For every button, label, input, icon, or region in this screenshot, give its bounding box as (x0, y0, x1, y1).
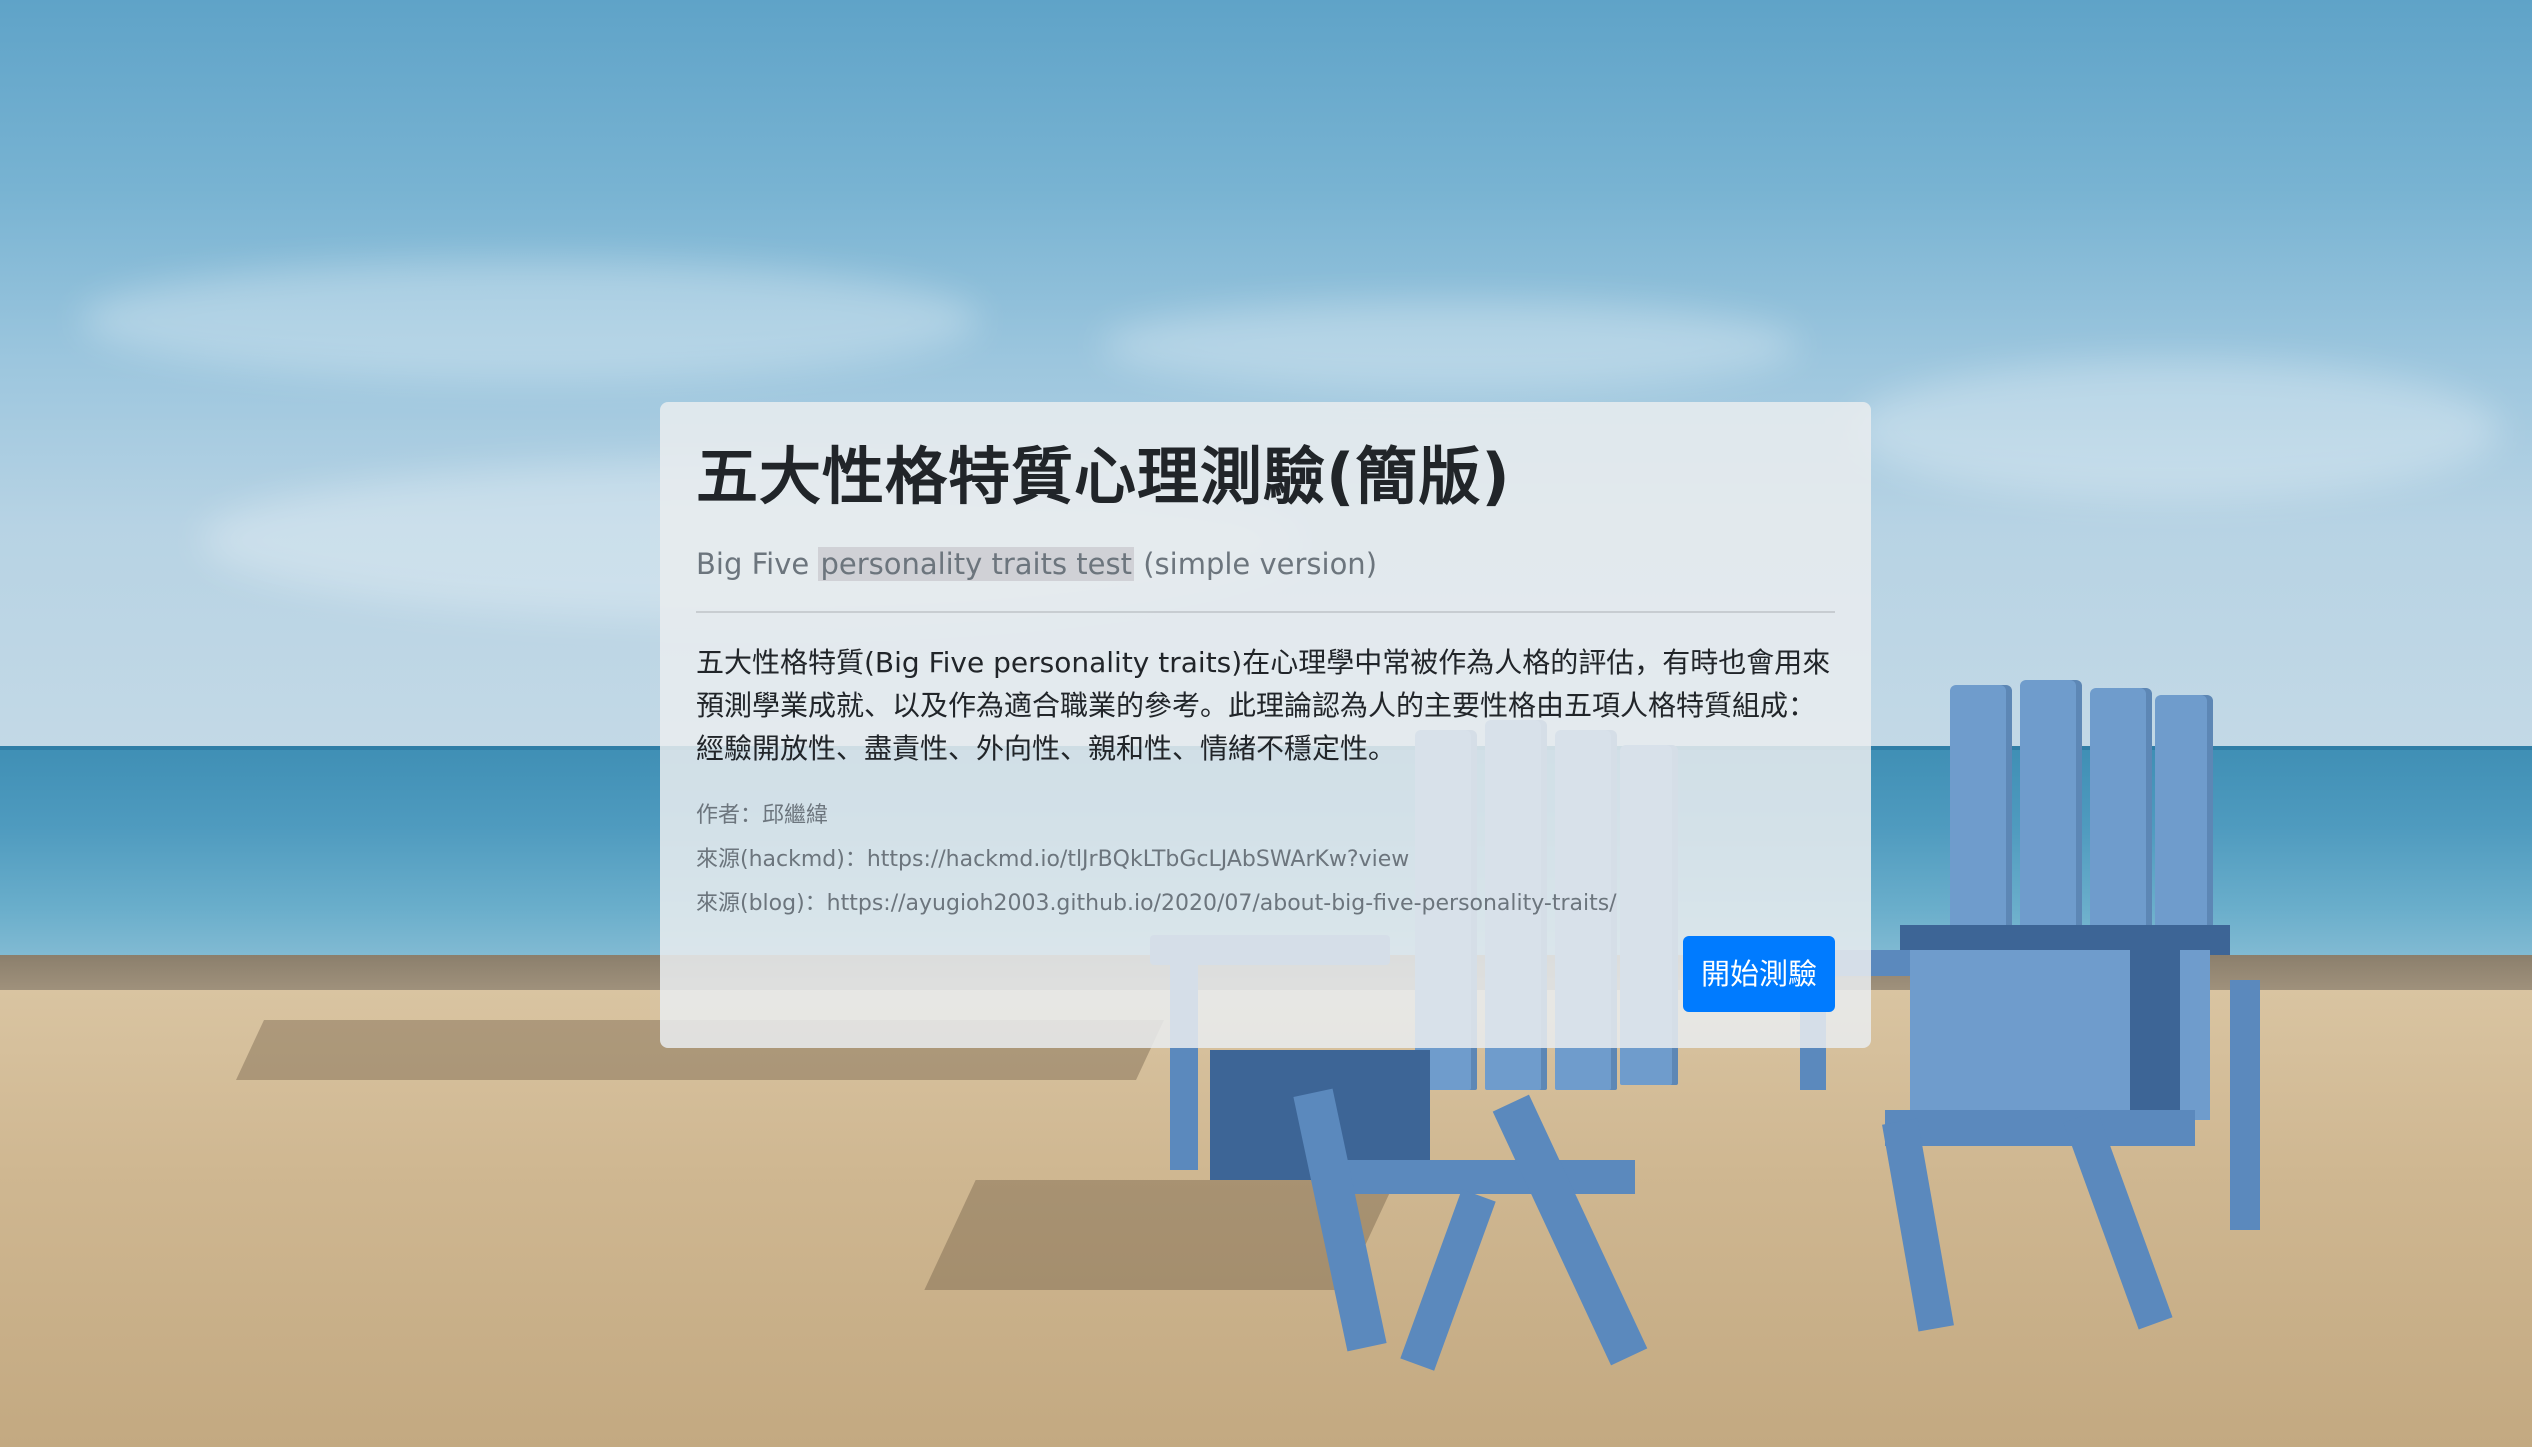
intro-card: 五大性格特質心理測驗(簡版) Big Five personality trai… (660, 402, 1871, 1048)
source-hackmd-link[interactable]: https://hackmd.io/tlJrBQkLTbGcLJAbSWArKw… (867, 847, 1409, 872)
cloud (80, 260, 980, 380)
meta-info: 作者：邱繼緯 來源(hackmd)：https://hackmd.io/tlJr… (696, 794, 1835, 926)
author-line: 作者：邱繼緯 (696, 794, 1835, 838)
page-title: 五大性格特質心理測驗(簡版) (696, 440, 1511, 513)
subtitle-text-start: Big Five (696, 547, 819, 582)
subtitle: Big Five personality traits test (simple… (696, 544, 1835, 585)
subtitle-text-end: (simple version) (1134, 547, 1378, 582)
source-blog-label: 來源(blog)： (696, 890, 827, 916)
cloud (1100, 300, 1800, 390)
divider (696, 610, 1835, 613)
subtitle-highlight: personality traits test (818, 547, 1134, 582)
source-blog-line: 來源(blog)：https://ayugioh2003.github.io/2… (696, 882, 1835, 926)
start-test-button[interactable]: 開始測驗 (1682, 936, 1835, 1012)
cloud (1850, 360, 2500, 500)
source-blog-link[interactable]: https://ayugioh2003.github.io/2020/07/ab… (827, 891, 1617, 916)
source-hackmd-line: 來源(hackmd)：https://hackmd.io/tlJrBQkLTbG… (696, 838, 1835, 882)
source-hackmd-label: 來源(hackmd)： (696, 846, 867, 872)
author-name: 邱繼緯 (762, 802, 829, 828)
author-label: 作者： (696, 802, 763, 828)
description: 五大性格特質(Big Five personality traits)在心理學中… (696, 645, 1831, 765)
